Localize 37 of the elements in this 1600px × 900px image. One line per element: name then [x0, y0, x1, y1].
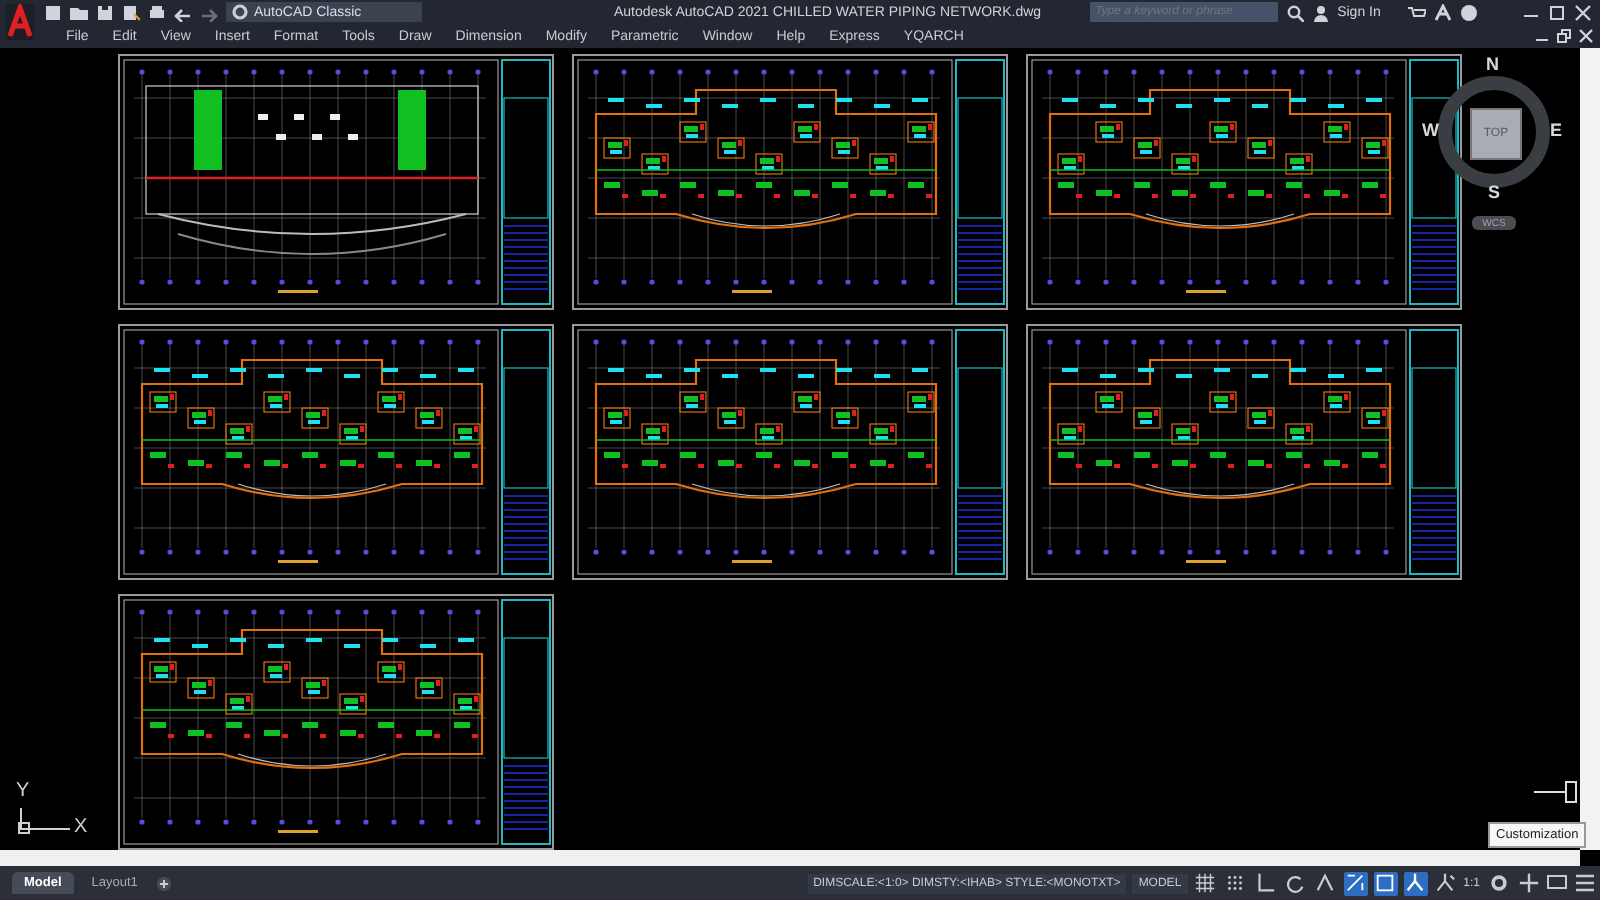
- search-icon: [1285, 3, 1304, 21]
- object-tracking-toggle[interactable]: [1343, 871, 1368, 895]
- close-icon: [1574, 3, 1592, 21]
- redo-icon: [200, 3, 218, 21]
- new-file-icon: [44, 3, 62, 21]
- cart-icon: [1408, 3, 1426, 21]
- compass-direction[interactable]: W: [1422, 122, 1439, 140]
- maximize-icon: [1548, 3, 1566, 21]
- ortho-toggle[interactable]: [1253, 871, 1278, 895]
- polar-tracking-toggle[interactable]: [1283, 871, 1308, 895]
- save-as-icon: [122, 3, 140, 21]
- compass-direction[interactable]: S: [1488, 184, 1501, 202]
- horizontal-scrollbar[interactable]: [0, 850, 1580, 866]
- autodesk-a-icon: [1434, 3, 1452, 21]
- monitor-icon: [1546, 872, 1568, 894]
- x-axis-label: X: [74, 818, 88, 838]
- object-snap-toggle[interactable]: [1373, 871, 1398, 895]
- print-icon: [148, 3, 166, 21]
- autoscale-toggle[interactable]: [1433, 871, 1458, 895]
- settings-toggle[interactable]: [1486, 871, 1510, 895]
- user-icon: [1311, 3, 1330, 21]
- close-icon: [1578, 28, 1594, 44]
- y-axis-label: Y: [16, 782, 30, 802]
- annotation-toggle[interactable]: [1403, 871, 1428, 895]
- menu-icon: [1574, 872, 1596, 894]
- crosshair-cursor-icon: [1534, 780, 1578, 804]
- snap-dots-toggle[interactable]: [1223, 871, 1248, 895]
- compass-direction[interactable]: N: [1486, 56, 1499, 74]
- ucs-axes-icon: [18, 808, 70, 834]
- grid-toggle[interactable]: [1193, 871, 1218, 895]
- restore-icon: [1556, 28, 1572, 44]
- plus-toggle[interactable]: [1516, 871, 1540, 895]
- compass-direction[interactable]: E: [1550, 122, 1563, 140]
- isometric-toggle[interactable]: [1313, 871, 1338, 895]
- add-layout-icon: [155, 875, 172, 891]
- undo-icon: [174, 3, 192, 21]
- vertical-scrollbar[interactable]: [1580, 48, 1600, 850]
